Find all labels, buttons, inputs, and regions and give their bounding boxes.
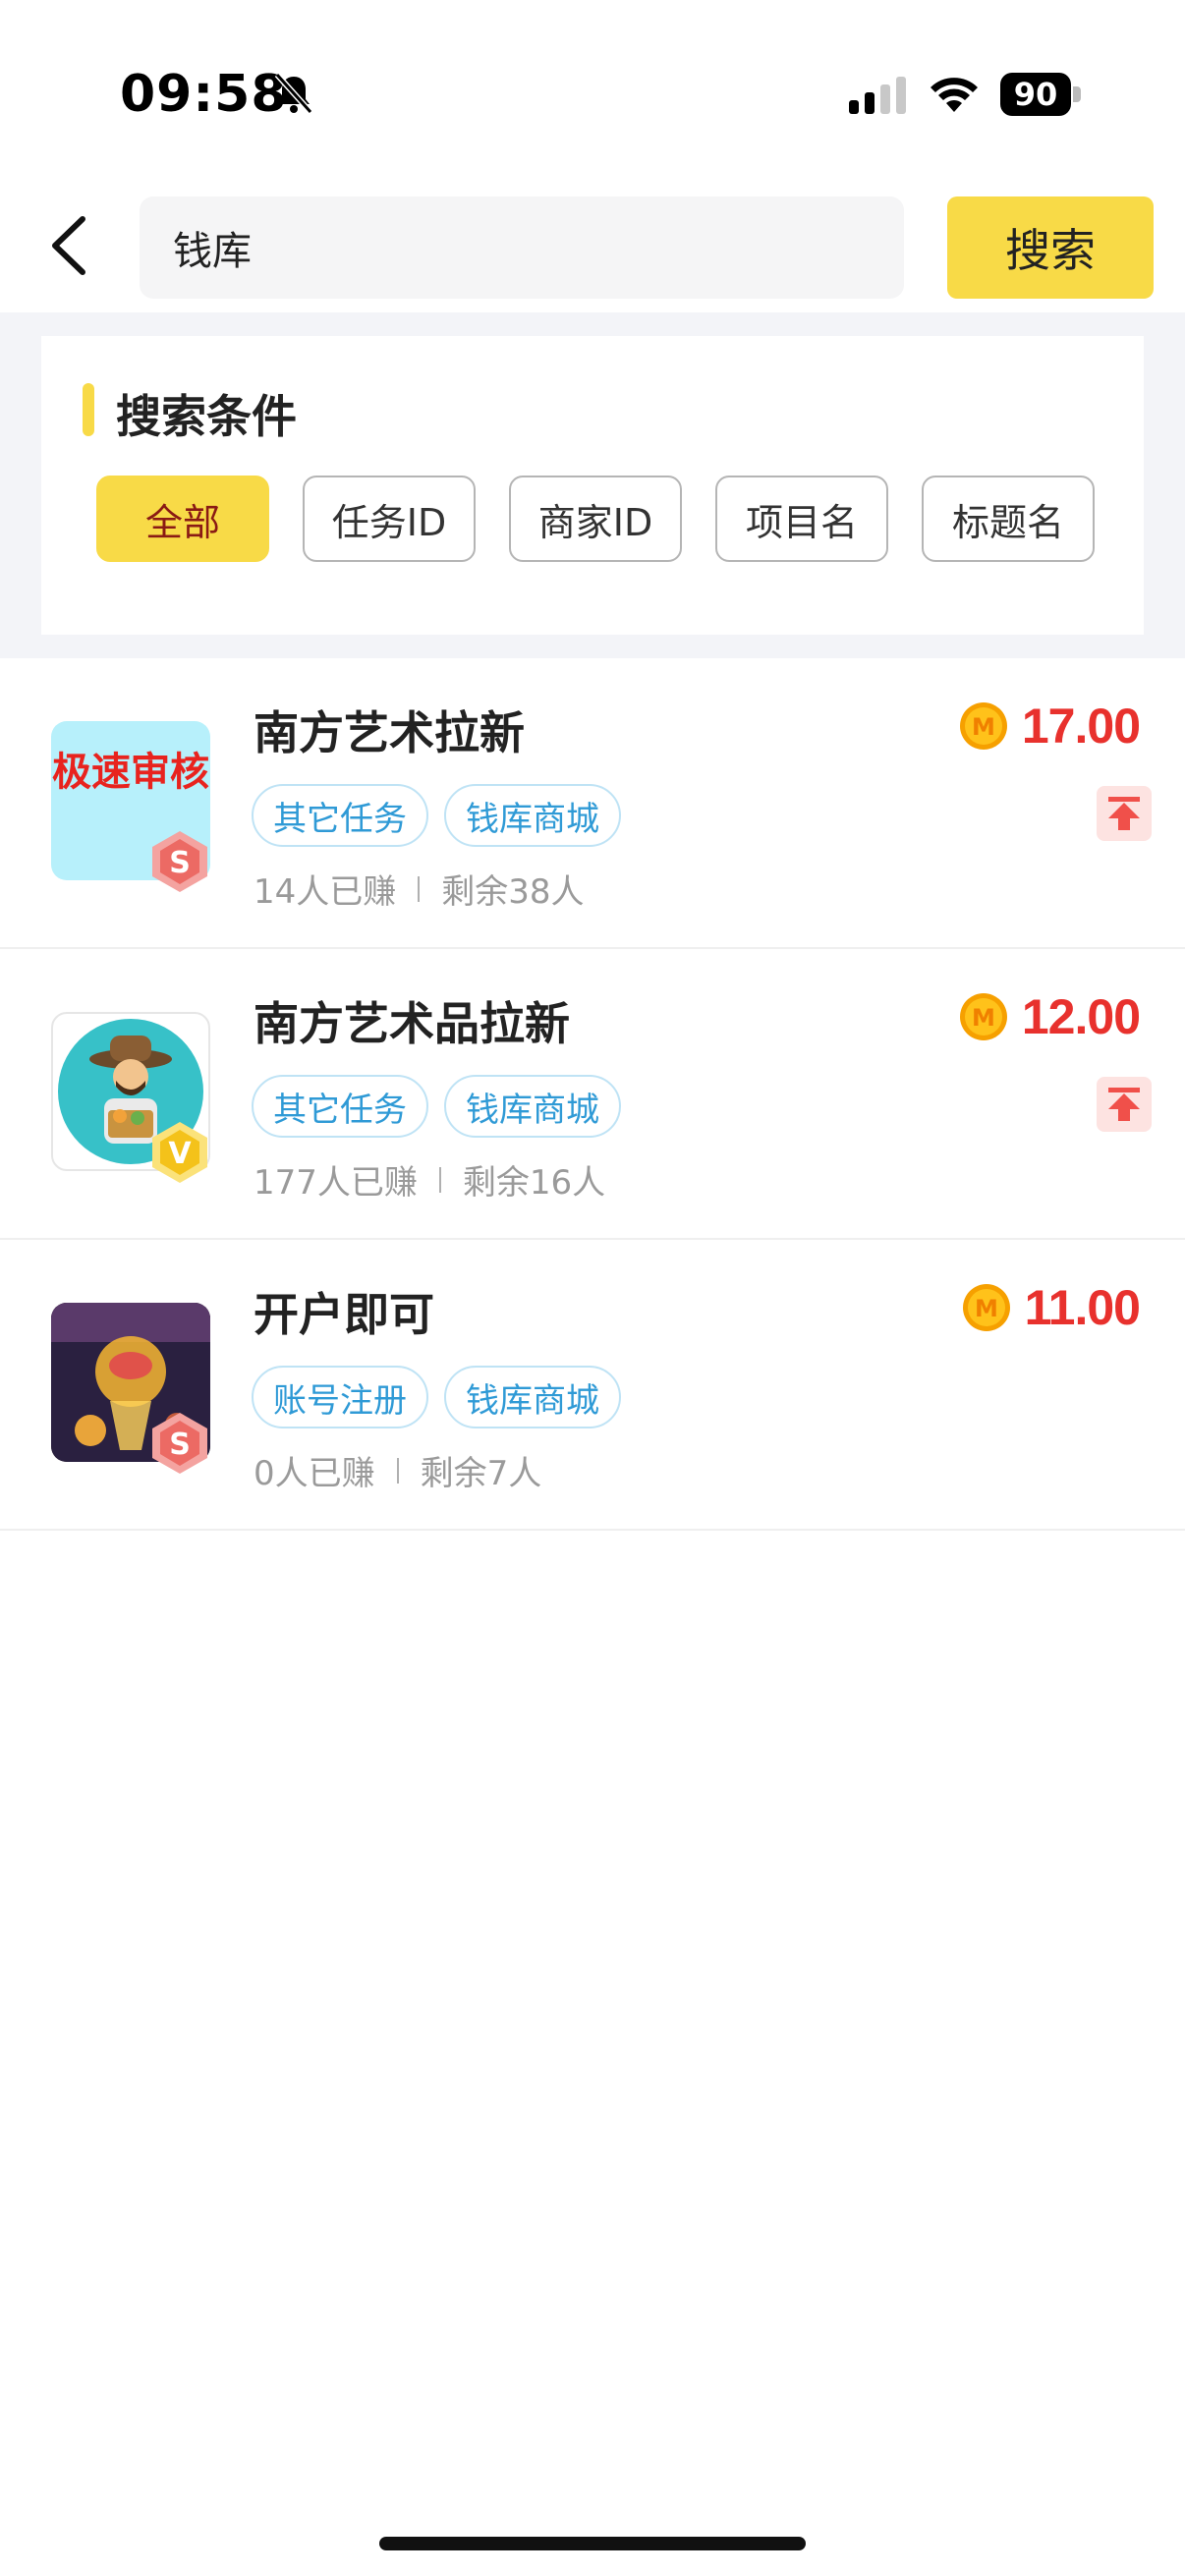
badge-letter: S [169,1428,191,1462]
arrow-to-top-icon [1108,1088,1140,1121]
remaining-count: 剩余16人 [462,1163,606,1203]
cellular-signal-icon [849,77,906,114]
earned-count: 177人已赚 [254,1163,418,1203]
task-stats: 177人已赚 剩余16人 [254,1155,605,1204]
task-tag: 钱库商城 [444,1366,621,1428]
chip-task-id[interactable]: 任务ID [303,476,476,562]
remaining-count: 剩余7人 [420,1454,542,1493]
divider [396,1457,399,1484]
divider [438,1166,441,1193]
task-tag: 其它任务 [252,784,428,847]
task-tags: 其它任务 钱库商城 [252,784,621,847]
task-tag: 钱库商城 [444,1075,621,1138]
divider [418,875,421,902]
task-tag: 钱库商城 [444,784,621,847]
task-tags: 其它任务 钱库商城 [252,1075,621,1138]
level-v-badge-icon: V [152,1122,207,1183]
search-button[interactable]: 搜索 [947,196,1154,299]
chip-title-name[interactable]: 标题名 [922,476,1095,562]
section-accent-bar [83,383,94,436]
svg-text:M: M [972,1004,995,1032]
chip-all[interactable]: 全部 [96,476,269,562]
battery-indicator: 90 [1000,73,1081,116]
coin-icon: M [959,993,1007,1040]
task-row[interactable]: S 开户即可 账号注册 钱库商城 0人已赚 剩余7人 M 11.00 [0,1240,1185,1531]
battery-cap [1073,86,1081,102]
wifi-icon [931,78,978,112]
reward-amount: 11.00 [1024,1280,1141,1335]
coin-icon: M [959,702,1007,750]
reward-amount: 12.00 [1021,989,1141,1044]
criteria-title: 搜索条件 [116,390,297,443]
earned-count: 0人已赚 [254,1454,375,1493]
task-stats: 14人已赚 剩余38人 [254,865,585,913]
battery-level: 90 [1013,76,1058,113]
task-reward: M 17.00 [959,698,1141,755]
chevron-left-icon [52,216,85,275]
search-box[interactable] [140,196,904,299]
pin-top-button[interactable] [1097,1077,1152,1132]
svg-text:M: M [975,1295,998,1322]
earned-count: 14人已赚 [254,872,397,912]
level-s-badge-icon: S [152,831,207,892]
task-tag: 账号注册 [252,1366,428,1428]
status-bar: 09:58 90 [0,0,1185,187]
search-criteria-panel: 搜索条件 全部 任务ID 商家ID 项目名 标题名 [41,336,1144,635]
chip-project-name[interactable]: 项目名 [715,476,888,562]
task-list: 极速审核 S 南方艺术拉新 其它任务 钱库商城 14人已赚 剩余38人 M 17… [0,658,1185,2476]
task-title: 南方艺术品拉新 [254,997,570,1050]
task-reward: M 11.00 [962,1279,1141,1336]
bell-muted-icon [274,72,313,115]
remaining-count: 剩余38人 [441,872,585,912]
criteria-chips: 全部 任务ID 商家ID 项目名 标题名 [96,476,1095,562]
task-tags: 账号注册 钱库商城 [252,1366,621,1428]
badge-letter: S [169,846,191,880]
thumbnail-text: 极速审核 [52,750,209,795]
svg-text:M: M [972,713,995,741]
task-stats: 0人已赚 剩余7人 [254,1446,541,1494]
reward-amount: 17.00 [1021,699,1141,754]
badge-letter: V [168,1137,192,1171]
task-reward: M 12.00 [959,988,1141,1045]
task-title: 南方艺术拉新 [254,706,525,759]
task-tag: 其它任务 [252,1075,428,1138]
chip-merchant-id[interactable]: 商家ID [509,476,682,562]
home-indicator[interactable] [379,2537,806,2550]
status-time: 09:58 [120,65,288,124]
level-s-badge-icon: S [152,1413,207,1474]
search-input[interactable] [173,225,861,270]
pin-top-button[interactable] [1097,786,1152,841]
back-button[interactable] [39,206,98,285]
task-title: 开户即可 [254,1288,434,1341]
arrow-to-top-icon [1108,797,1140,830]
task-row[interactable]: V 南方艺术品拉新 其它任务 钱库商城 177人已赚 剩余16人 M 12.00 [0,949,1185,1240]
coin-icon: M [962,1284,1010,1331]
task-row[interactable]: 极速审核 S 南方艺术拉新 其它任务 钱库商城 14人已赚 剩余38人 M 17… [0,658,1185,949]
